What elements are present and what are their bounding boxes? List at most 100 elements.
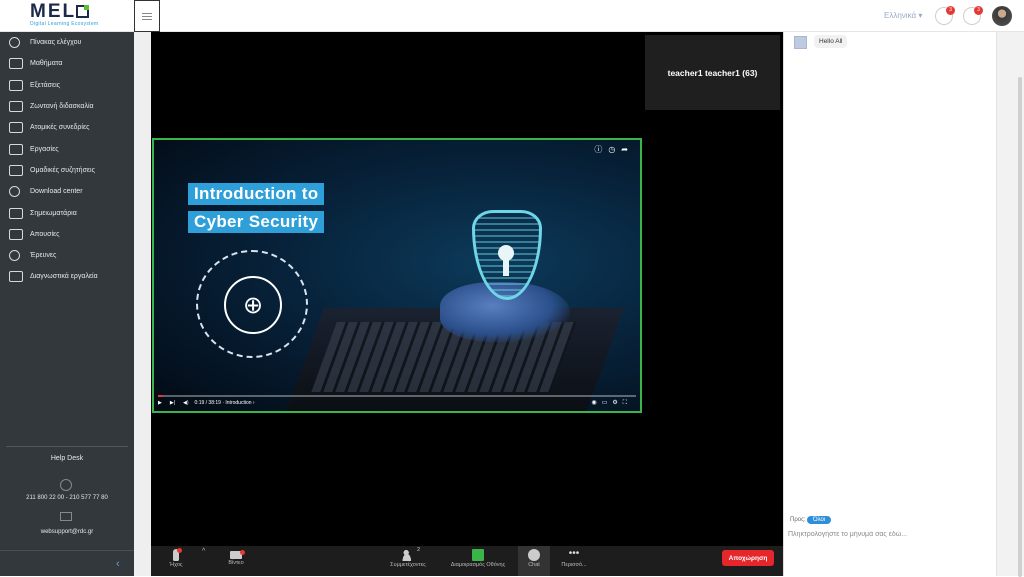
dashboard-gauge-icon [9, 37, 20, 49]
menu-toggle-button[interactable] [134, 0, 160, 32]
more-label: Περισσό... [561, 562, 587, 568]
sidebar-item-label: Μαθήματα [30, 60, 63, 68]
chat-bubble-icon [528, 549, 540, 561]
video-progress-fill [158, 395, 163, 397]
mic-label: Ήχος [169, 562, 183, 568]
mic-muted-badge [177, 548, 182, 553]
chat-label: Chat [528, 562, 540, 568]
sidebar-item-courses[interactable]: Μαθήματα [0, 53, 134, 74]
mic-button[interactable]: Ήχος [165, 546, 187, 576]
sidebar-collapse-bar: ‹ [0, 550, 134, 576]
message-sender-avatar [794, 36, 807, 49]
fullscreen-icon[interactable]: ⛶ [623, 400, 632, 406]
sidebar-item-group-discussions[interactable]: Ομαδικές συζητήσεις [0, 160, 134, 181]
sidebar-item-assignments[interactable]: Εργασίες [0, 138, 134, 159]
play-icon[interactable]: ▶ [158, 400, 162, 406]
sidebar-item-absences[interactable]: Απουσίες [0, 224, 134, 245]
video-off-badge [240, 550, 245, 555]
camera-icon [230, 550, 245, 559]
sidebar-item-download-center[interactable]: Download center [0, 181, 134, 202]
settings-gear-icon[interactable]: ⚙ [612, 400, 622, 406]
group-discussions-icon [9, 164, 23, 176]
scrollbar-thumb[interactable] [1018, 77, 1022, 577]
more-dots-icon: ••• [568, 548, 580, 559]
more-button[interactable]: ••• Περισσό... [555, 546, 593, 576]
sidebar-item-label: Download center [30, 188, 83, 196]
share-arrow-icon[interactable]: ➦ [621, 145, 634, 154]
sidebar-item-label: Διαγνωστικά εργαλεία [30, 273, 98, 281]
video-right-controls[interactable]: ◉▭⚙⛶ [591, 399, 632, 407]
sidebar-item-label: Πίνακας ελέγχου [30, 39, 82, 47]
notebooks-icon [9, 207, 23, 219]
language-selector[interactable]: Ελληνικά ▾ [884, 11, 922, 20]
logo-o-mark [76, 5, 90, 18]
absences-icon [9, 228, 23, 240]
autoplay-toggle-icon[interactable]: ◉ [591, 400, 601, 406]
sidebar-item-notebooks[interactable]: Σημειωματάρια [0, 202, 134, 223]
melo-logo[interactable]: MEL Digital Learning Ecosystem [30, 2, 100, 29]
sidebar-item-label: Ζωντανή διδασκαλία [30, 103, 94, 111]
sidebar-item-diagnostic-tools[interactable]: Διαγνωστικά εργαλεία [0, 266, 134, 287]
participants-button[interactable]: 2 Συμμετέχοντες [387, 546, 429, 576]
video-label: Βίντεο [228, 560, 244, 566]
watch-later-icon[interactable]: ◷ [608, 145, 621, 154]
video-button[interactable]: Βίντεο [225, 546, 247, 576]
sidebar-item-individual-sessions[interactable]: Ατομικές συνεδρίες [0, 117, 134, 138]
top-bar: MEL Digital Learning Ecosystem Ελληνικά … [0, 0, 1024, 32]
sidebar: Πίνακας ελέγχου Μαθήματα Εξετάσεις Ζωντα… [0, 32, 134, 576]
share-screen-icon [472, 549, 484, 561]
message-badge: 3 [974, 6, 983, 15]
sidebar-item-live-teaching[interactable]: Ζωντανή διδασκαλία [0, 96, 134, 117]
user-avatar[interactable] [992, 6, 1012, 26]
participants-count: 2 [417, 547, 421, 553]
microphone-icon [173, 548, 182, 561]
globe-icon: ⊕ [224, 276, 282, 334]
sidebar-item-label: Σημειωματάρια [30, 209, 77, 217]
download-center-icon [9, 186, 20, 198]
sidebar-item-label: Εξετάσεις [30, 81, 61, 89]
video-time: 0:19 / 38:19 · Introduction › [194, 399, 255, 406]
video-title-line2: Cyber Security [188, 211, 325, 233]
chat-message: Hello All [814, 35, 848, 48]
video-control-bar: ▶ ▶| ◀) 0:19 / 38:19 · Introduction › ◉▭… [158, 398, 636, 407]
chat-recipient-select[interactable]: Όλοι [807, 516, 832, 524]
logo-tagline: Digital Learning Ecosystem [30, 21, 99, 27]
sidebar-item-label: Εργασίες [30, 145, 59, 153]
diagnostic-tools-icon [9, 271, 23, 283]
globe-lock-icon: ⊕ [196, 250, 308, 358]
chat-message-input[interactable] [788, 528, 993, 540]
sidebar-nav: Πίνακας ελέγχου Μαθήματα Εξετάσεις Ζωντα… [0, 32, 134, 288]
info-icon[interactable]: ⓘ [594, 145, 608, 154]
page-scrollbar[interactable] [996, 32, 1024, 577]
messages-button[interactable]: 3 [963, 6, 983, 25]
volume-icon[interactable]: ◀) [183, 400, 189, 406]
video-top-icons[interactable]: ⓘ◷➦ [594, 144, 634, 155]
sidebar-item-label: Ομαδικές συζητήσεις [30, 166, 95, 174]
sidebar-item-surveys[interactable]: Έρευνες [0, 245, 134, 266]
chat-recipient-label: Προς: [790, 517, 806, 523]
help-desk-email[interactable]: websupport@rdc.gr [0, 529, 134, 535]
shared-screen-video[interactable]: Introduction to Cyber Security ⊕ ⓘ◷➦ ▶ ▶… [152, 138, 642, 413]
phone-icon [60, 479, 72, 491]
meeting-control-bar: Ήχος Βίντεο 2 Συμμετέχοντες Διαμοιρασμός… [151, 546, 783, 576]
sidebar-item-label: Έρευνες [30, 252, 57, 260]
notifications-button[interactable]: 3 [935, 6, 955, 25]
leave-meeting-button[interactable]: Αποχώρηση [722, 550, 774, 566]
sidebar-item-dashboard[interactable]: Πίνακας ελέγχου [0, 32, 134, 53]
collapse-sidebar-icon[interactable]: ‹ [116, 558, 120, 570]
chat-button[interactable]: Chat [518, 546, 550, 576]
participants-label: Συμμετέχοντες [390, 562, 426, 568]
courses-icon [9, 58, 23, 70]
video-progress-bar[interactable] [158, 395, 636, 397]
help-desk-title: Help Desk [6, 446, 128, 462]
surveys-icon [9, 250, 20, 262]
audio-options-chevron-up-icon[interactable]: ^ [202, 548, 205, 555]
share-screen-button[interactable]: Διαμοιρασμός Οθόνης [447, 546, 509, 576]
live-teaching-icon [9, 101, 23, 113]
share-screen-label: Διαμοιρασμός Οθόνης [450, 562, 506, 568]
exams-icon [9, 79, 23, 91]
next-icon[interactable]: ▶| [170, 400, 175, 406]
captions-icon[interactable]: ▭ [602, 400, 613, 406]
sidebar-item-exams[interactable]: Εξετάσεις [0, 75, 134, 96]
help-desk-phone: 211 800 22 00 - 210 577 77 80 [26, 495, 108, 501]
